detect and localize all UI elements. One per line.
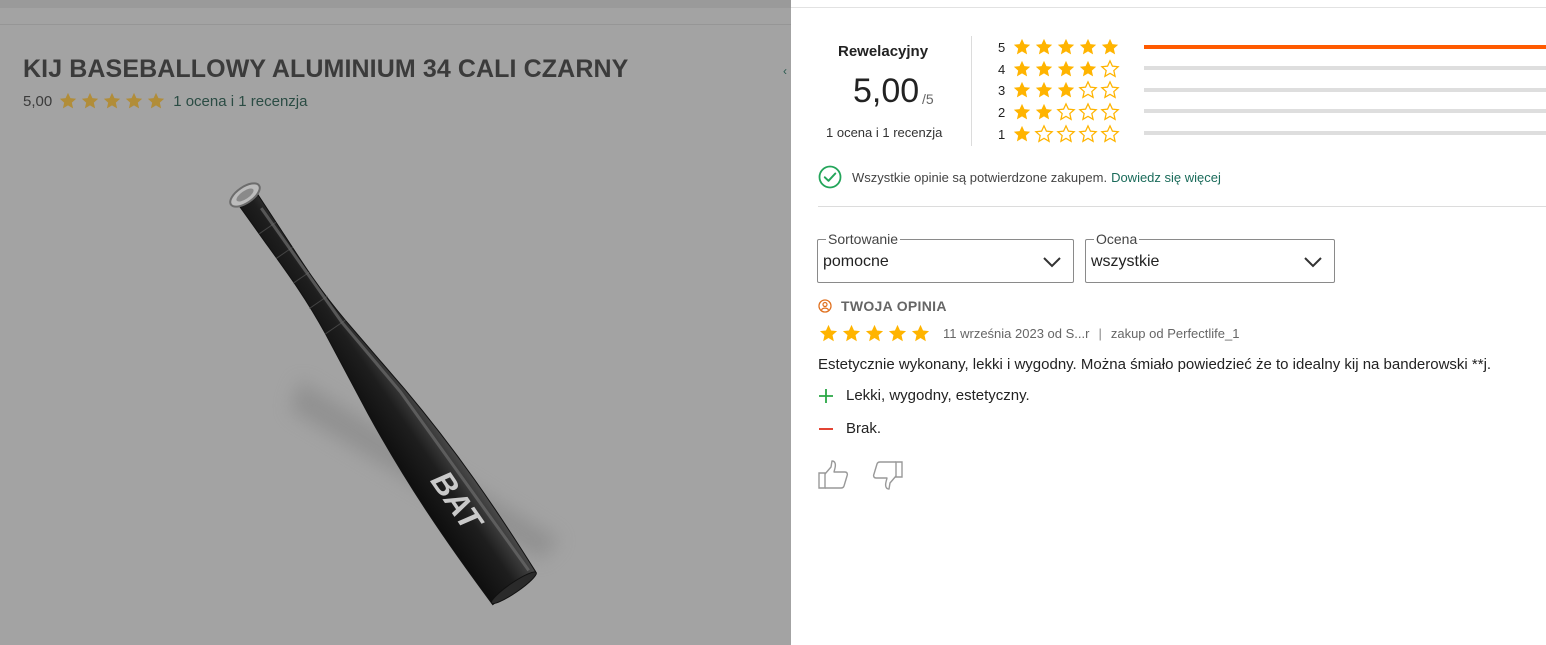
minus-icon [819,427,833,430]
rating-select-label: Ocena [1094,231,1140,247]
star-empty-icon [1078,102,1098,121]
star-filled-icon [1035,81,1053,98]
learn-more-link[interactable]: Dowiedz się więcej [1111,170,1221,185]
rating-filter-label: 3 [998,82,1006,98]
rating-filter-label: 2 [998,104,1006,120]
thumbs-up-icon[interactable] [817,458,851,492]
star-filled-icon [842,324,861,342]
verified-text: Wszystkie opinie są potwierdzone zakupem… [852,169,1108,185]
rating-filter-5[interactable]: 5 [998,37,1120,57]
your-review-badge: TWOJA OPINIA [818,298,947,314]
star-filled-icon [1013,125,1031,142]
review-pros-text: Lekki, wygodny, estetyczny. [846,387,1030,404]
plus-icon [819,388,833,403]
rating-filter-stars [1012,80,1120,100]
rating-filter-label: 1 [998,126,1006,142]
review-cons: Brak. [818,420,881,437]
rating-summary-max: /5 [922,91,934,107]
star-filled-icon [1101,38,1119,55]
review-stars [818,323,931,344]
star-filled-icon [1057,60,1075,77]
star-filled-icon [1035,60,1053,77]
star-empty-icon [1056,124,1076,143]
star-filled-icon [1035,103,1053,120]
star-empty-icon [1100,124,1120,143]
sort-select-value: pomocne [823,253,889,270]
review-date-author: 11 września 2023 od S...r [943,326,1090,341]
star-filled-icon [1035,38,1053,55]
star-filled-icon [1057,81,1075,98]
sort-select-label: Sortowanie [826,231,901,247]
star-filled-icon [1013,103,1031,120]
chevron-down-icon [1304,257,1322,268]
star-filled-icon [1057,38,1075,55]
rating-filter-3[interactable]: 3 [998,80,1120,100]
verified-notice: Wszystkie opinie są potwierdzone zakupem… [818,165,1221,189]
star-filled-icon [1013,38,1031,55]
star-empty-icon [1078,124,1098,143]
reviews-panel: Rewelacyjny 5,00 /5 1 ocena i 1 recenzja… [791,0,1546,645]
star-filled-icon [1079,60,1097,77]
rating-bar-fill [1144,45,1546,49]
star-empty-icon [1100,80,1120,99]
meta-separator: | [1098,326,1102,341]
review-body: Estetycznie wykonany, lekki i wygodny. M… [818,356,1492,373]
review-pros: Lekki, wygodny, estetyczny. [818,387,1030,404]
rating-select[interactable]: Ocena wszystkie [1085,231,1335,283]
filters-divider [818,206,1546,207]
rating-summary-score: 5,00 [853,72,920,110]
rating-filter-2[interactable]: 2 [998,102,1120,122]
star-filled-icon [888,324,907,342]
star-empty-icon [1100,102,1120,121]
sort-select[interactable]: Sortowanie pomocne [817,231,1074,283]
star-filled-icon [1013,81,1031,98]
rating-filter-label: 5 [998,39,1006,55]
star-filled-icon [911,324,930,342]
rating-filter-stars [1012,102,1120,122]
rating-filter-stars [1012,59,1120,79]
chevron-down-icon [1043,257,1061,268]
your-review-label: TWOJA OPINIA [841,298,947,314]
rating-select-value: wszystkie [1091,253,1160,270]
rating-bar-2 [1144,109,1546,113]
star-filled-icon [1013,60,1031,77]
review-cons-text: Brak. [846,420,882,437]
rating-summary-label: Rewelacyjny [838,43,929,60]
summary-divider [971,36,972,146]
star-empty-icon [1034,124,1054,143]
check-circle-icon [818,165,842,189]
rating-filter-4[interactable]: 4 [998,59,1120,79]
rating-filter-stars [1012,124,1120,144]
review-meta: 11 września 2023 od S...r | zakup od Per… [818,323,1239,344]
rating-bar-3 [1144,88,1546,92]
star-empty-icon [1078,80,1098,99]
star-filled-icon [865,324,884,342]
review-purchase-source: zakup od Perfectlife_1 [1110,326,1240,341]
star-empty-icon [1056,102,1076,121]
rating-filter-label: 4 [998,61,1006,77]
product-page-overlay[interactable]: KIJ BASEBALLOWY ALUMINIUM 34 CALI CZARNY… [0,0,791,645]
rating-bar-1 [1144,131,1546,135]
rating-filter-stars [1012,37,1120,57]
panel-top-divider [791,7,1546,8]
rating-filter-1[interactable]: 1 [998,124,1120,144]
star-filled-icon [1079,38,1097,55]
star-filled-icon [819,324,838,342]
rating-bar-4 [1144,66,1546,70]
user-icon [818,299,832,313]
thumbs-down-icon[interactable] [870,458,904,492]
rating-bar-5 [1144,45,1546,49]
rating-summary-count: 1 ocena i 1 recenzja [826,125,943,140]
product-image[interactable]: BAT [0,0,791,645]
star-empty-icon [1100,59,1120,78]
